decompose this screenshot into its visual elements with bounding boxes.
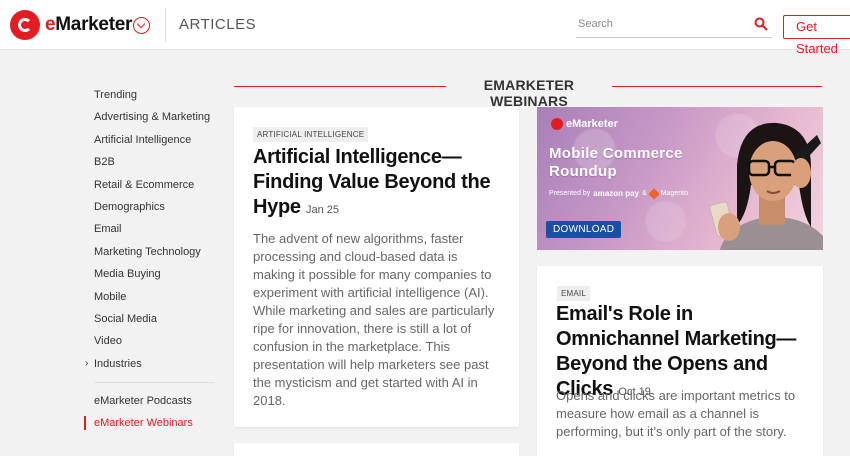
card-date: Jan 25 [305,204,340,216]
get-started-button[interactable]: Get Started [783,15,850,56]
banner-sponsors: Presented by amazon pay & Magento [549,187,688,200]
top-header: eMarketer ARTICLES Get Started [0,0,850,56]
sidebar-item-advertising-marketing[interactable]: Advertising & Marketing [84,106,214,128]
chevron-right-icon: › [85,357,89,369]
banner-title-line: Roundup [549,163,617,180]
sidebar-item-trending[interactable]: Trending [84,84,214,106]
logo-wordmark: eMarketer [45,14,133,35]
sidebar-item-retail-ecommerce[interactable]: Retail & Ecommerce [84,174,214,196]
search-box [576,12,772,38]
webinar-card[interactable]: ARTIFICIAL INTELLIGENCE Artificial Intel… [234,107,519,427]
woman-with-phone-image [709,122,823,250]
sidebar-item-email[interactable]: Email [84,218,214,240]
sidebar-item-industries[interactable]: › Industries [84,353,214,375]
emarketer-logo[interactable]: eMarketer [10,10,132,40]
sidebar-item-video[interactable]: Video [84,330,214,352]
banner-logo-text: eMarketer [566,118,618,130]
card-title-text: Artificial Intelligence— Finding Value B… [253,146,491,218]
sidebar-item-mobile[interactable]: Mobile [84,286,214,308]
download-button[interactable]: DOWNLOAD [546,221,622,238]
sidebar-item-podcasts[interactable]: eMarketer Podcasts [84,390,214,412]
card-description: The advent of new algorithms, faster pro… [253,231,495,408]
search-icon[interactable] [754,17,768,31]
emarketer-logo-icon [551,118,563,130]
section-rule-left [234,86,446,87]
section-rule-right [612,86,822,87]
sponsor-ampersand: & [642,190,647,197]
category-tag[interactable]: ARTIFICIAL INTELLIGENCE [253,127,369,142]
emarketer-logo-icon [10,10,40,40]
sidebar-item-social-media[interactable]: Social Media [84,308,214,330]
sidebar-item-webinars[interactable]: eMarketer Webinars [84,412,214,434]
webinar-banner[interactable]: eMarketer Mobile Commerce Roundup Presen… [537,107,823,250]
sidebar-item-artificial-intelligence[interactable]: Artificial Intelligence [84,129,214,151]
section-name[interactable]: ARTICLES [179,16,256,33]
banner-logo: eMarketer [551,118,618,130]
card-title[interactable]: Artificial Intelligence— Finding Value B… [253,145,503,223]
webinar-card[interactable] [234,443,519,456]
sidebar-item-b2b[interactable]: B2B [84,151,214,173]
banner-title: Mobile Commerce Roundup [549,145,683,181]
sponsor-amazon-pay: amazon pay [593,189,640,198]
sidebar-item-label: Industries [94,357,142,370]
search-input[interactable] [576,12,746,36]
magento-icon [648,187,660,200]
category-tag[interactable]: EMAIL [557,286,591,301]
banner-title-line: Mobile Commerce [549,145,683,162]
card-title-text: Email's Role in Omnichannel Marketing—Be… [556,303,797,400]
sidebar-item-media-buying[interactable]: Media Buying [84,263,214,285]
sidebar-divider [94,382,214,384]
sponsor-magento: Magento [660,190,688,197]
category-sidebar: Trending Advertising & Marketing Artific… [84,84,214,435]
sidebar-item-marketing-technology[interactable]: Marketing Technology [84,241,214,263]
presented-by-label: Presented by [549,190,591,197]
webinar-card[interactable]: EMAIL Email's Role in Omnichannel Market… [537,266,823,456]
header-divider [165,8,166,42]
section-title: EMARKETER WEBINARS [483,77,575,109]
card-description: Opens and clicks are important metrics t… [556,388,796,439]
chevron-down-icon[interactable] [133,17,150,34]
sidebar-item-demographics[interactable]: Demographics [84,196,214,218]
